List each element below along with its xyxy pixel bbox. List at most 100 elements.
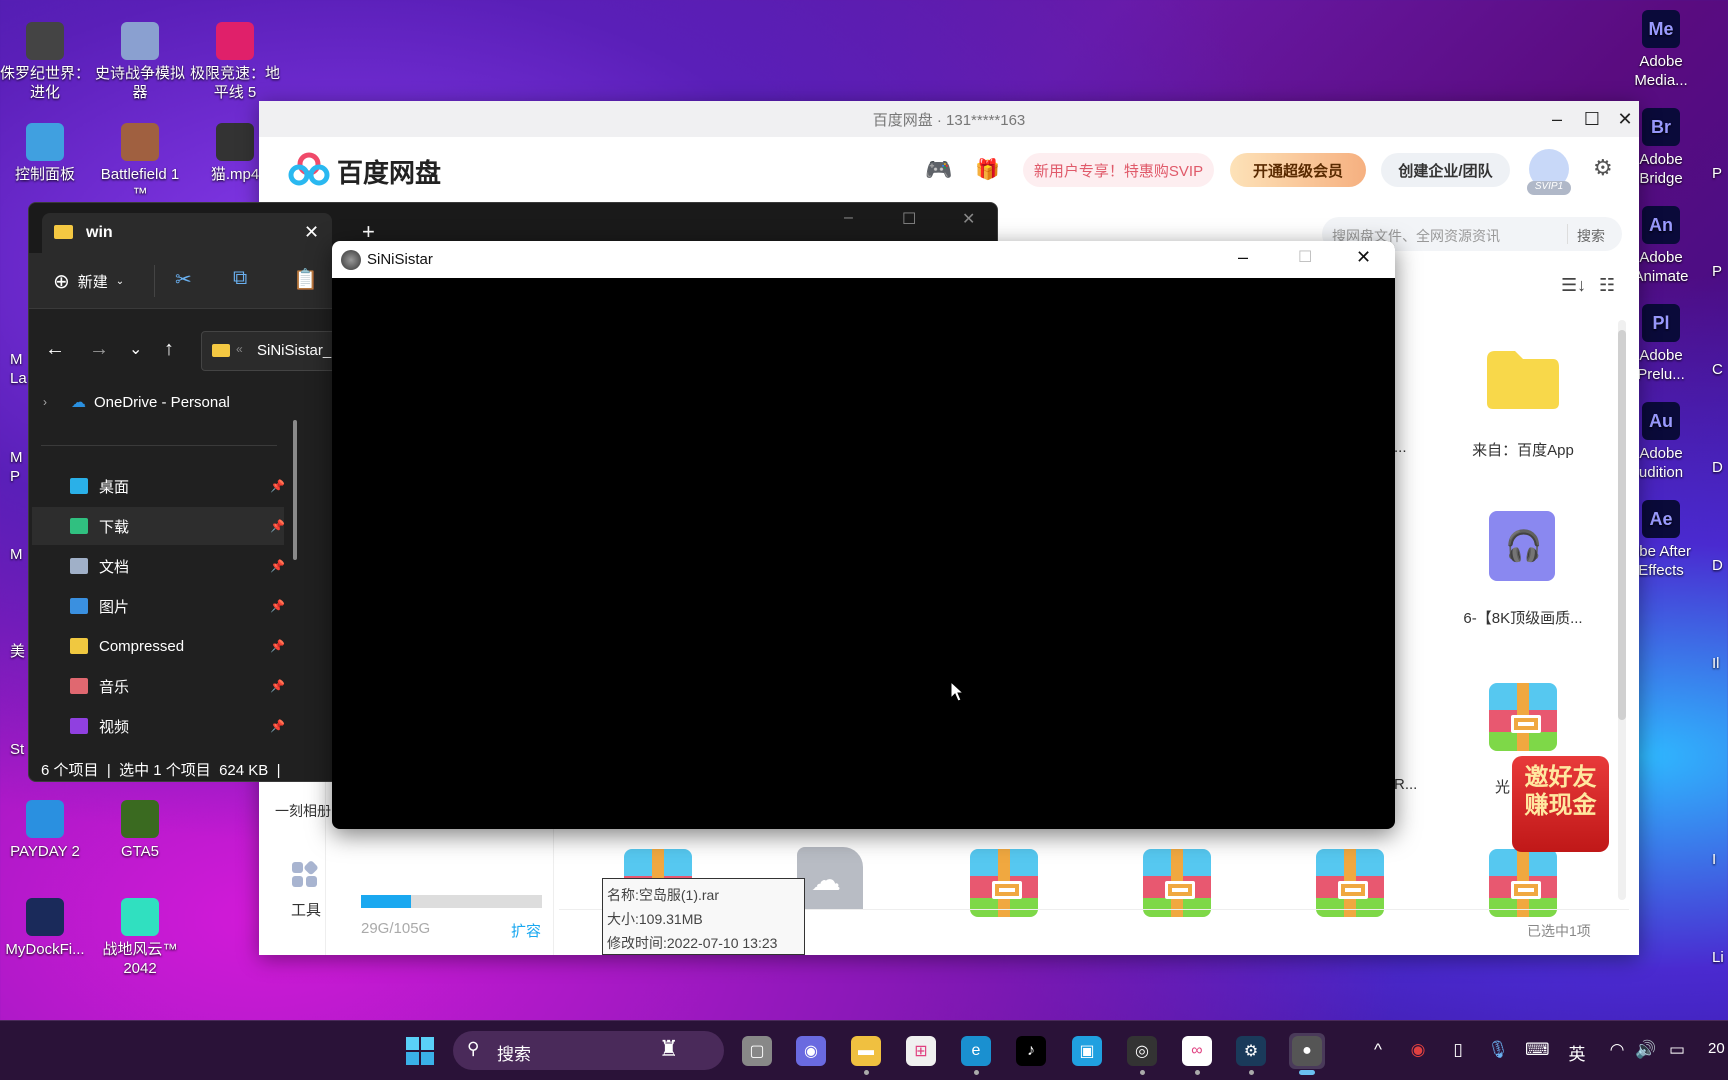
desktop-icon-label-partial[interactable]: C — [1712, 360, 1723, 379]
desktop-icon-label-partial[interactable]: M — [10, 545, 23, 564]
tools-icon[interactable] — [291, 861, 319, 889]
desktop-icon-label-partial[interactable]: M P — [10, 448, 23, 486]
desktop-icon-label-partial[interactable]: D — [1712, 556, 1723, 575]
pin-icon[interactable]: 📌 — [270, 479, 285, 493]
file-label[interactable]: 来自：百度App — [1448, 439, 1598, 460]
pin-icon[interactable]: 📌 — [270, 679, 285, 693]
desktop-icon[interactable]: 侏罗纪世界： 进化 — [0, 22, 93, 102]
nav-album[interactable]: 一刻相册 — [275, 801, 331, 821]
file-folder[interactable] — [1485, 349, 1561, 411]
clock[interactable]: 20 — [1708, 1040, 1728, 1057]
obs-tray-icon[interactable]: ◉ — [1406, 1040, 1430, 1060]
quick-access-item[interactable]: 视频 📌 — [32, 707, 285, 745]
forward-icon[interactable]: → — [89, 338, 109, 361]
sort-icon[interactable]: ☰↓ — [1561, 275, 1586, 296]
desktop-icon-label-partial[interactable]: St — [10, 740, 24, 759]
keyboard-icon[interactable]: ⌨ — [1525, 1040, 1550, 1060]
close-button[interactable]: ✕ — [962, 209, 975, 229]
close-button[interactable]: ✕ — [1356, 247, 1371, 268]
microphone-icon[interactable]: 🎙 — [1486, 1040, 1510, 1060]
sinisistar-taskbar-icon[interactable]: ● — [1289, 1033, 1325, 1075]
quick-access-item[interactable]: 桌面 📌 — [32, 467, 285, 505]
desktop-icon[interactable]: 战地风云™ 2042 — [92, 898, 188, 978]
store-taskbar-icon[interactable]: ⊞ — [903, 1033, 939, 1069]
cloud-file-icon[interactable]: ☁ — [797, 847, 863, 909]
minimize-button[interactable]: – — [844, 209, 853, 227]
close-button[interactable]: ✕ — [1605, 101, 1645, 137]
minimize-button[interactable]: – — [1238, 247, 1248, 268]
create-team-button[interactable]: 创建企业/团队 — [1381, 153, 1510, 187]
scrollbar[interactable] — [1618, 320, 1626, 900]
show-hidden-icons[interactable]: ^ — [1366, 1040, 1390, 1060]
desktop-icon[interactable]: 史诗战争模拟 器 — [92, 22, 188, 102]
minimize-button[interactable]: – — [1537, 101, 1577, 137]
file-explorer-taskbar-icon[interactable]: ▬ — [848, 1033, 884, 1075]
desktop-icon[interactable]: 极限竞速：地 平线 5 — [187, 22, 283, 102]
gift-icon[interactable]: 🎁 — [975, 157, 1000, 182]
pin-icon[interactable]: 📌 — [270, 519, 285, 533]
maximize-button[interactable]: ☐ — [902, 209, 916, 229]
search-button[interactable]: 搜索 — [1577, 226, 1605, 246]
obs-taskbar-icon[interactable]: ◎ — [1124, 1033, 1160, 1075]
desktop-icon-label-partial[interactable]: 美 — [10, 642, 25, 661]
recent-dropdown-icon[interactable]: ⌄ — [129, 339, 142, 359]
maximize-button[interactable]: ☐ — [1298, 247, 1312, 267]
input-language[interactable]: 英 — [1565, 1040, 1589, 1065]
close-tab-icon[interactable]: ✕ — [304, 222, 319, 243]
desktop-icon-label-partial[interactable]: Il — [1712, 654, 1720, 673]
quick-access-item[interactable]: 下载 📌 — [32, 507, 285, 545]
back-icon[interactable]: ← — [45, 338, 65, 361]
pin-icon[interactable]: 📌 — [270, 599, 285, 613]
desktop-icon[interactable]: MyDockFi... — [0, 898, 93, 959]
rar-file-icon[interactable] — [970, 849, 1038, 917]
paste-icon[interactable]: 📋 — [293, 267, 318, 292]
battery-icon[interactable]: ▭ — [1665, 1040, 1689, 1060]
start-button[interactable] — [402, 1033, 438, 1069]
cut-icon[interactable]: ✂ — [175, 267, 192, 292]
desktop-icon[interactable]: GTA5 — [92, 800, 188, 861]
file-label[interactable]: 6-【8K顶级画质... — [1448, 607, 1598, 628]
rar-file-icon[interactable] — [1489, 849, 1557, 917]
settings-icon[interactable]: ⚙ — [1593, 155, 1613, 181]
edge-taskbar-icon[interactable]: e — [958, 1033, 994, 1075]
taskbar-search[interactable]: ⚲ 搜索 ♜ — [453, 1031, 724, 1070]
desktop-icon-label-partial[interactable]: I — [1712, 850, 1716, 869]
up-icon[interactable]: ↑ — [164, 338, 174, 361]
desktop-icon-label-partial[interactable]: D — [1712, 458, 1723, 477]
quick-access-item[interactable]: Compressed 📌 — [32, 627, 285, 665]
file-label-partial[interactable]: R... — [1394, 776, 1417, 793]
tab-win[interactable]: win ✕ — [42, 213, 332, 253]
quick-access-item[interactable]: 图片 📌 — [32, 587, 285, 625]
steam-taskbar-icon[interactable]: ⚙ — [1233, 1033, 1269, 1075]
desktop-icon[interactable]: Battlefield 1 ™ — [92, 123, 188, 203]
desktop-icon[interactable]: 控制面板 — [0, 123, 93, 184]
list-view-icon[interactable]: ☷ — [1599, 275, 1615, 296]
file-label-partial[interactable]: ... — [1394, 439, 1407, 456]
desktop-icon-label-partial[interactable]: P — [1712, 262, 1722, 281]
volume-icon[interactable]: 🔊 — [1634, 1040, 1658, 1060]
quick-access-item[interactable]: 文档 📌 — [32, 547, 285, 585]
address-bar[interactable]: « SiNiSistar_ — [201, 331, 341, 371]
invite-ad-banner[interactable]: 邀好友 赚现金 — [1512, 756, 1609, 852]
baidu-netdisk-taskbar-icon[interactable]: ∞ — [1179, 1033, 1215, 1075]
task-view-taskbar-icon[interactable]: ▢ — [739, 1033, 775, 1069]
rar-file-icon[interactable] — [1316, 849, 1384, 917]
usb-icon[interactable]: ▯ — [1446, 1040, 1470, 1060]
wifi-icon[interactable]: ◠ — [1605, 1040, 1629, 1060]
file-label[interactable]: 光 — [1495, 776, 1510, 797]
nav-onedrive[interactable]: › ☁ OneDrive - Personal — [43, 393, 230, 412]
desktop-icon-label-partial[interactable]: Li — [1712, 948, 1724, 967]
tiktok-taskbar-icon[interactable]: ♪ — [1013, 1033, 1049, 1069]
svip-promo-button[interactable]: 新用户专享！特惠购SVIP — [1023, 153, 1214, 187]
rar-file-icon[interactable] — [1489, 683, 1557, 751]
desktop-icon-label-partial[interactable]: M La — [10, 350, 27, 388]
nav-scrollbar[interactable] — [293, 420, 297, 560]
audio-file-icon[interactable]: 🎧 — [1489, 511, 1555, 581]
desktop-icon[interactable]: PAYDAY 2 — [0, 800, 93, 861]
nav-tools[interactable]: 工具 — [291, 899, 321, 920]
desktop-icon[interactable]: Me Adobe Media... — [1613, 10, 1709, 90]
expand-storage-link[interactable]: 扩容 — [511, 920, 541, 941]
open-vip-button[interactable]: 开通超级会员 — [1230, 153, 1366, 187]
teams-taskbar-icon[interactable]: ◉ — [793, 1033, 829, 1069]
new-button[interactable]: ⊕ 新建 ⌄ — [53, 269, 124, 294]
